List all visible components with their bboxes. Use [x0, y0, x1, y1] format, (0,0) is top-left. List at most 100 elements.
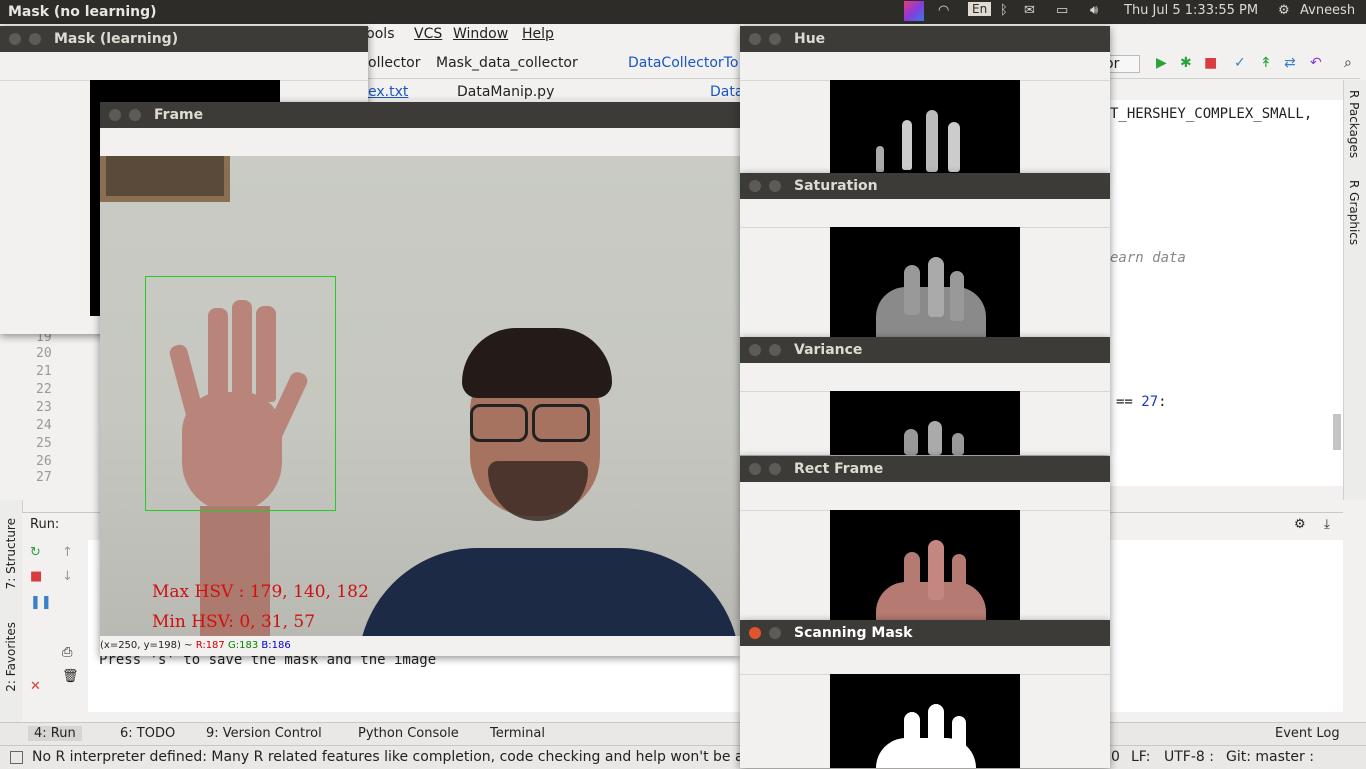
var-finger — [952, 433, 964, 455]
mask-finger — [952, 716, 966, 766]
scanning-mask-window: Scanning Mask — [740, 620, 1110, 768]
tab-python-console[interactable]: Python Console — [358, 726, 459, 741]
vcs-update-icon[interactable]: ✓ — [1234, 55, 1246, 71]
battery-icon[interactable]: ▭ — [1056, 3, 1068, 18]
status-message: No R interpreter defined: Many R related… — [32, 749, 769, 765]
tab-datamanip[interactable]: DataManip.py — [457, 84, 554, 100]
editor-scrollbar[interactable] — [1333, 414, 1341, 450]
r-graphics-tab[interactable]: R Graphics — [1347, 180, 1361, 245]
status-toggle-icon[interactable] — [10, 751, 23, 764]
close-icon[interactable] — [109, 109, 121, 121]
event-log-button[interactable]: Event Log — [1275, 726, 1340, 741]
line-number: 25 — [36, 436, 52, 451]
line-number: 20 — [36, 346, 52, 361]
structure-tab[interactable]: 7: Structure — [4, 518, 18, 589]
saturation-window: Saturation — [740, 173, 1110, 337]
minimize-icon[interactable] — [29, 33, 41, 45]
settings-gear-icon[interactable]: ⚙ — [1294, 517, 1306, 532]
keyboard-layout[interactable]: En — [968, 2, 992, 16]
person-hair — [462, 328, 612, 398]
code-comment: earn data — [1110, 250, 1186, 266]
bluetooth-icon[interactable]: ᛒ — [1000, 3, 1008, 18]
app-indicator-icon[interactable] — [904, 1, 924, 21]
close-icon[interactable] — [749, 180, 761, 192]
minimize-icon[interactable] — [769, 344, 781, 356]
close-icon[interactable] — [749, 33, 761, 45]
close-run-icon[interactable]: ✕ — [30, 679, 41, 694]
r-packages-tab[interactable]: R Packages — [1347, 90, 1361, 158]
minimize-icon[interactable] — [769, 463, 781, 475]
tab-data[interactable]: Data — [710, 84, 743, 100]
system-top-bar: Mask (no learning) ◠ En ᛒ ✉ ▭ 🔊︎ Thu Jul… — [0, 0, 1366, 24]
clock[interactable]: Thu Jul 5 1:33:55 PM — [1124, 3, 1258, 18]
minimize-icon[interactable] — [129, 109, 141, 121]
toolbar-strip — [740, 52, 1110, 81]
frame-window: Frame Max HSV : 179, 140, 182 Min HSV: 0… — [100, 102, 740, 656]
mail-icon[interactable]: ✉ — [1024, 3, 1035, 18]
up-arrow-icon[interactable]: ↑ — [62, 545, 73, 560]
rerun-icon[interactable]: ↻ — [30, 545, 41, 560]
breadcrumb-folder[interactable]: ollector — [368, 55, 420, 71]
minimize-panel-icon[interactable]: ⤓ — [1324, 517, 1330, 532]
window-title: Variance — [794, 342, 863, 358]
rect-frame-window: Rect Frame — [740, 456, 1110, 620]
tab-terminal[interactable]: Terminal — [490, 726, 545, 741]
status-line-separator[interactable]: LF: — [1131, 749, 1150, 765]
stop-run-icon[interactable]: ■ — [30, 569, 42, 584]
revert-icon[interactable]: ↶ — [1310, 55, 1322, 71]
tab-run[interactable]: 4: Run — [28, 726, 82, 741]
window-title: Saturation — [794, 178, 878, 194]
scanning-mask-image — [830, 674, 1020, 768]
hue-blob — [948, 122, 960, 172]
title-bar: Hue — [740, 26, 1110, 52]
user-name[interactable]: Avneesh — [1300, 3, 1355, 18]
print-icon[interactable]: ⎙ — [62, 645, 72, 660]
line-number: 23 — [36, 400, 52, 415]
toolbar-strip — [0, 52, 368, 81]
window-title: Mask (learning) — [54, 31, 179, 47]
status-column[interactable]: 0 — [1111, 749, 1120, 765]
close-icon[interactable] — [749, 627, 761, 639]
favorites-tab[interactable]: 2: Favorites — [4, 622, 18, 692]
pixel-blue: B:186 — [261, 640, 291, 651]
var-finger — [928, 421, 942, 455]
pixel-status-bar: (x=250, y=198) ~ R:187 G:183 B:186 — [100, 640, 740, 656]
title-bar: Frame — [100, 102, 740, 128]
vcs-commit-icon[interactable]: ↟ — [1260, 55, 1272, 71]
menu-vcs[interactable]: VCS — [414, 26, 442, 42]
close-icon[interactable] — [9, 33, 21, 45]
status-encoding[interactable]: UTF-8 : — [1164, 749, 1214, 765]
menu-window[interactable]: Window — [453, 26, 508, 42]
tab-todo[interactable]: 6: TODO — [120, 726, 175, 741]
close-icon[interactable] — [749, 344, 761, 356]
var-finger — [904, 429, 918, 455]
tab-index-txt[interactable]: ex.txt — [368, 84, 408, 100]
gear-icon[interactable]: ⚙ — [1278, 3, 1290, 18]
volume-icon[interactable]: 🔊︎ — [1090, 3, 1098, 18]
stop-icon[interactable]: ■ — [1204, 55, 1217, 71]
hue-blob — [876, 146, 884, 172]
tab-version-control[interactable]: 9: Version Control — [206, 726, 322, 741]
minimize-icon[interactable] — [769, 180, 781, 192]
hue-blob — [926, 110, 938, 172]
line-number: 26 — [36, 454, 52, 469]
code-operator: == — [1116, 394, 1142, 410]
breadcrumb-folder[interactable]: Mask_data_collector — [436, 55, 578, 71]
down-arrow-icon[interactable]: ↓ — [62, 569, 73, 584]
debug-icon[interactable]: ✱ — [1180, 55, 1192, 71]
status-git-branch[interactable]: Git: master : — [1226, 749, 1314, 765]
pause-icon[interactable]: ❚❚ — [30, 595, 52, 610]
search-icon[interactable]: ⌕ — [1344, 55, 1352, 71]
glasses-right — [532, 404, 590, 442]
window-title: Hue — [794, 31, 826, 47]
minimize-icon[interactable] — [769, 627, 781, 639]
trash-icon[interactable]: 🗑︎ — [62, 669, 79, 684]
minimize-icon[interactable] — [769, 33, 781, 45]
close-icon[interactable] — [749, 463, 761, 475]
wifi-icon[interactable]: ◠ — [938, 3, 949, 18]
menu-help[interactable]: Help — [522, 26, 554, 42]
breadcrumb-file[interactable]: DataCollectorTo — [628, 55, 738, 71]
line-number: 22 — [36, 382, 52, 397]
run-icon[interactable]: ▶ — [1156, 55, 1167, 71]
compare-icon[interactable]: ⇄ — [1284, 55, 1296, 71]
